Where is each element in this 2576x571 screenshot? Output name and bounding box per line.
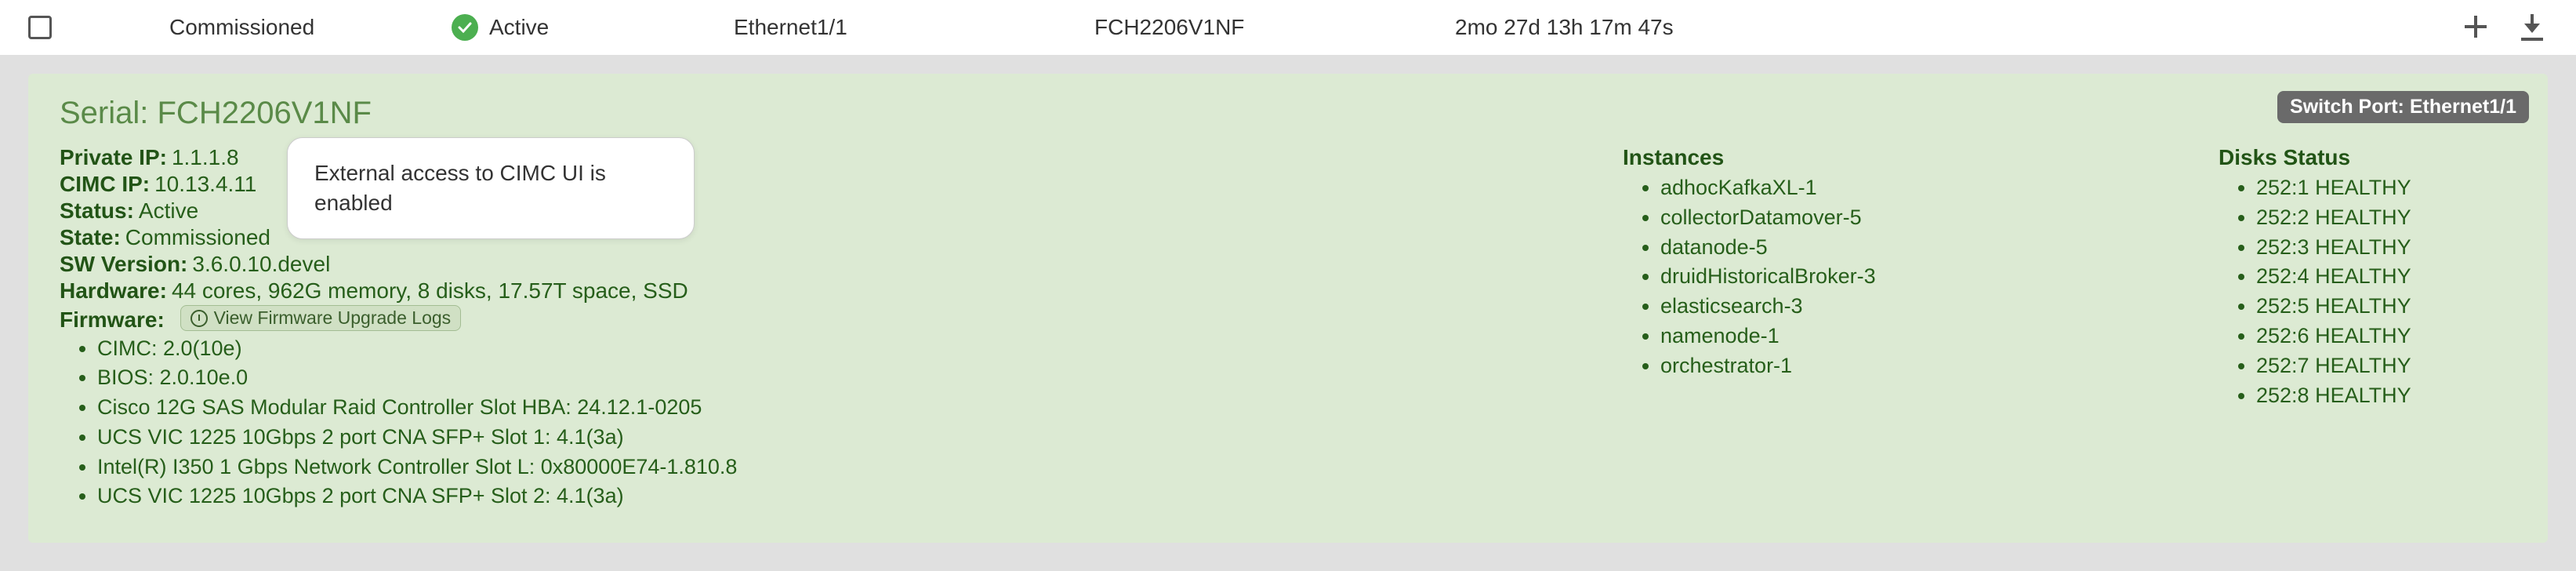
switch-port-badge: Switch Port: Ethernet1/1 [2277,91,2529,123]
disk-item: 252:4 HEALTHY [2256,262,2516,292]
disk-item: 252:8 HEALTHY [2256,381,2516,411]
cimc-ip-value[interactable]: 10.13.4.11 [154,172,256,196]
hardware-value: 44 cores, 962G memory, 8 disks, 17.57T s… [172,278,688,303]
disks-list: 252:1 HEALTHY252:2 HEALTHY252:3 HEALTHY2… [2256,173,2516,410]
instance-item: druidHistoricalBroker-3 [1660,262,2187,292]
cimc-ip-label: CIMC IP: [60,172,150,196]
download-icon[interactable] [2520,14,2545,41]
firmware-label: Firmware: [60,307,165,332]
disk-item: 252:7 HEALTHY [2256,351,2516,381]
plus-icon[interactable] [2463,14,2488,39]
detail-panel: Switch Port: Ethernet1/1 Serial: FCH2206… [28,74,2548,543]
history-icon [190,310,208,327]
sw-version-label: SW Version: [60,252,187,276]
instance-item: namenode-1 [1660,322,2187,351]
firmware-item: BIOS: 2.0.10e.0 [97,363,1591,393]
panel-title: Serial: FCH2206V1NF [60,96,2516,131]
view-firmware-logs-button[interactable]: View Firmware Upgrade Logs [180,305,462,331]
status-value: Active [139,198,198,223]
state-value: Commissioned [125,225,270,249]
instances-heading: Instances [1623,145,2187,170]
disk-item: 252:6 HEALTHY [2256,322,2516,351]
instance-item: orchestrator-1 [1660,351,2187,381]
firmware-item: Cisco 12G SAS Modular Raid Controller Sl… [97,393,1591,423]
title-serial: FCH2206V1NF [158,96,372,130]
status-text: Active [489,15,549,40]
col-status: Active [452,14,734,41]
col-serial: FCH2206V1NF [1094,15,1455,40]
disks-heading: Disks Status [2219,145,2516,170]
instance-item: datanode-5 [1660,233,2187,263]
instance-item: adhocKafkaXL-1 [1660,173,2187,203]
firmware-list: CIMC: 2.0(10e)BIOS: 2.0.10e.0Cisco 12G S… [97,334,1591,512]
instance-item: elasticsearch-3 [1660,292,2187,322]
col-ethernet: Ethernet1/1 [734,15,1094,40]
firmware-logs-label: View Firmware Upgrade Logs [214,307,452,329]
disk-item: 252:1 HEALTHY [2256,173,2516,203]
left-column: External access to CIMC UI is enabled Pr… [60,145,1591,511]
disk-item: 252:3 HEALTHY [2256,233,2516,263]
col-uptime: 2mo 27d 13h 17m 47s [1455,15,1784,40]
header-actions [2463,14,2545,41]
status-label: Status: [60,198,134,223]
disks-column: Disks Status 252:1 HEALTHY252:2 HEALTHY2… [2219,145,2516,511]
private-ip-value: 1.1.1.8 [172,145,239,169]
disk-item: 252:5 HEALTHY [2256,292,2516,322]
hardware-label: Hardware: [60,278,167,303]
firmware-item: CIMC: 2.0(10e) [97,334,1591,364]
state-label: State: [60,225,121,249]
instances-column: Instances adhocKafkaXL-1collectorDatamov… [1623,145,2187,511]
instance-item: collectorDatamover-5 [1660,203,2187,233]
instances-list: adhocKafkaXL-1collectorDatamover-5datano… [1660,173,2187,381]
check-icon [452,14,478,41]
title-prefix: Serial: [60,96,158,130]
firmware-item: UCS VIC 1225 10Gbps 2 port CNA SFP+ Slot… [97,423,1591,453]
row-checkbox[interactable] [28,16,52,39]
disk-item: 252:2 HEALTHY [2256,203,2516,233]
firmware-item: UCS VIC 1225 10Gbps 2 port CNA SFP+ Slot… [97,482,1591,511]
col-commission: Commissioned [169,15,452,40]
firmware-item: Intel(R) I350 1 Gbps Network Controller … [97,453,1591,482]
table-header-row: Commissioned Active Ethernet1/1 FCH2206V… [0,0,2576,55]
cimc-tooltip: External access to CIMC UI is enabled [287,137,695,239]
sw-version-value: 3.6.0.10.devel [192,252,330,276]
private-ip-label: Private IP: [60,145,167,169]
